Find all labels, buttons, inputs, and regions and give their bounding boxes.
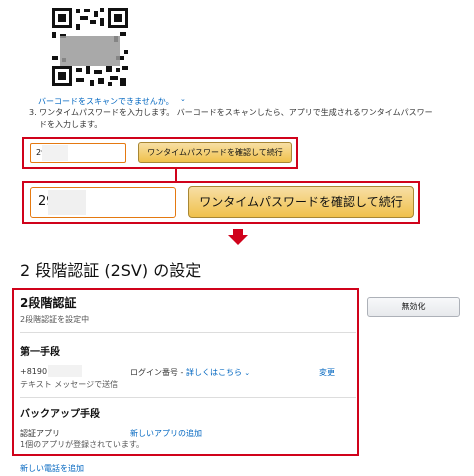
primary-method-heading: 第一手段 (20, 347, 60, 358)
change-link[interactable]: 変更 (319, 367, 335, 378)
add-phone-link[interactable]: 新しい電話を追加 (20, 463, 84, 474)
status-text: 2段階認証を設定中 (20, 315, 90, 324)
cant-scan-link[interactable]: バーコードをスキャンできませんか。 (38, 96, 174, 107)
divider (20, 397, 356, 398)
primary-method: テキスト メッセージで送信 (20, 380, 119, 389)
verify-button-small[interactable]: ワンタイムパスワードを確認して続行 (138, 142, 292, 163)
step3-instructions: 3. ワンタイムパスワードを入力します。 バーコードをスキャンしたら、アプリで生… (29, 108, 433, 129)
redaction-mask (48, 365, 82, 377)
auth-app-description: 1個のアプリが登録されています。 (20, 440, 145, 449)
chevron-down-icon: ⌄ (180, 95, 186, 103)
login-number-label: ログイン番号 - (130, 368, 186, 377)
redaction-mask (48, 190, 86, 215)
chevron-down-icon: ⌄ (241, 369, 251, 377)
divider (20, 332, 356, 333)
details-link[interactable]: 詳しくはこちら (186, 368, 242, 377)
arrow-down-icon (228, 235, 248, 245)
page-title: 2 段階認証 (2SV) の設定 (20, 261, 202, 280)
section-title: 2段階認証 (20, 296, 77, 310)
auth-app-label: 認証アプリ (20, 429, 60, 438)
disable-button[interactable]: 無効化 (367, 297, 460, 317)
redaction-mask (42, 145, 68, 161)
verify-button[interactable]: ワンタイムパスワードを確認して続行 (188, 186, 414, 218)
add-app-link[interactable]: 新しいアプリの追加 (130, 428, 202, 439)
backup-method-heading: バックアップ手段 (20, 409, 100, 420)
primary-phone: +8190 (20, 367, 48, 376)
qr-code (50, 6, 130, 88)
connector-line (175, 169, 177, 181)
